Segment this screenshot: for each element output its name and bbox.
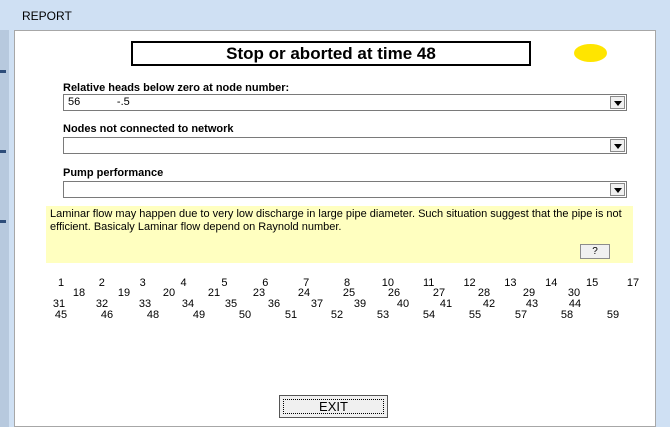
node-number: 18 (72, 287, 86, 299)
node-number: 2 (98, 277, 105, 289)
node-number: 35 (224, 298, 238, 310)
node-number: 58 (560, 309, 574, 321)
exit-button[interactable]: EXIT (279, 395, 388, 418)
laminar-flow-info-panel: Laminar flow may happen due to very low … (46, 206, 633, 263)
node-number: 39 (353, 298, 367, 310)
node-number-list: 1 2 3 4 5 6 7 8 10 11 12 13 14 15 17 18 19 20 21 23 24 25 26 27… (53, 277, 643, 357)
pump-performance-dropdown[interactable] (63, 181, 627, 198)
node-number: 51 (284, 309, 298, 321)
node-number: 36 (267, 298, 281, 310)
node-number: 37 (310, 298, 324, 310)
laminar-flow-info-text: Laminar flow may happen due to very low … (50, 208, 622, 233)
node-number: 40 (396, 298, 410, 310)
node-number: 15 (586, 277, 599, 289)
node-number: 1 (57, 277, 65, 289)
node-number: 48 (146, 309, 160, 321)
node-number: 45 (54, 309, 68, 321)
edge-mark (0, 150, 6, 153)
node-number: 49 (192, 309, 206, 321)
node-number: 57 (514, 309, 528, 321)
chevron-down-icon[interactable] (610, 96, 625, 109)
node-number: 17 (626, 277, 640, 289)
node-number: 21 (207, 287, 221, 299)
help-button[interactable]: ? (580, 244, 610, 259)
node-number: 42 (482, 298, 496, 310)
node-number: 41 (439, 298, 453, 310)
node-number: 13 (504, 277, 517, 289)
nodes-not-connected-dropdown[interactable] (63, 137, 627, 154)
node-number: 3 (139, 277, 146, 289)
chevron-down-icon[interactable] (610, 139, 625, 152)
node-number: 43 (525, 298, 539, 310)
node-number: 50 (238, 309, 252, 321)
relative-heads-dropdown[interactable]: 56 -.5 (63, 94, 627, 111)
node-number: 4 (180, 277, 187, 289)
node-number: 19 (117, 287, 131, 299)
node-number: 20 (162, 287, 176, 299)
report-panel: Stop or aborted at time 48 Relative head… (14, 30, 656, 427)
node-number: 52 (330, 309, 344, 321)
relative-heads-label: Relative heads below zero at node number… (63, 82, 290, 94)
exit-button-label: EXIT (283, 399, 384, 414)
status-box: Stop or aborted at time 48 (131, 41, 531, 66)
status-indicator-icon (574, 44, 607, 62)
edge-mark (0, 220, 6, 223)
chevron-down-icon[interactable] (610, 183, 625, 196)
node-number: 53 (376, 309, 390, 321)
relative-heads-value: 56 -.5 (68, 96, 130, 108)
background-window-edge (0, 30, 9, 427)
node-number: 24 (297, 287, 311, 299)
pump-performance-label: Pump performance (63, 167, 164, 179)
node-number: 12 (463, 277, 476, 289)
title-bar[interactable]: REPORT (0, 0, 670, 30)
node-number: 5 (221, 277, 228, 289)
nodes-not-connected-label: Nodes not connected to network (63, 123, 234, 135)
edge-mark (0, 70, 6, 73)
node-number: 23 (252, 287, 266, 299)
window-title: REPORT (22, 9, 72, 23)
node-number: 54 (422, 309, 436, 321)
report-window: REPORT Stop or aborted at time 48 Relati… (0, 0, 670, 427)
node-number: 14 (545, 277, 558, 289)
node-number: 55 (468, 309, 482, 321)
node-number: 46 (100, 309, 114, 321)
status-text: Stop or aborted at time 48 (226, 44, 436, 63)
node-number: 59 (606, 309, 620, 321)
